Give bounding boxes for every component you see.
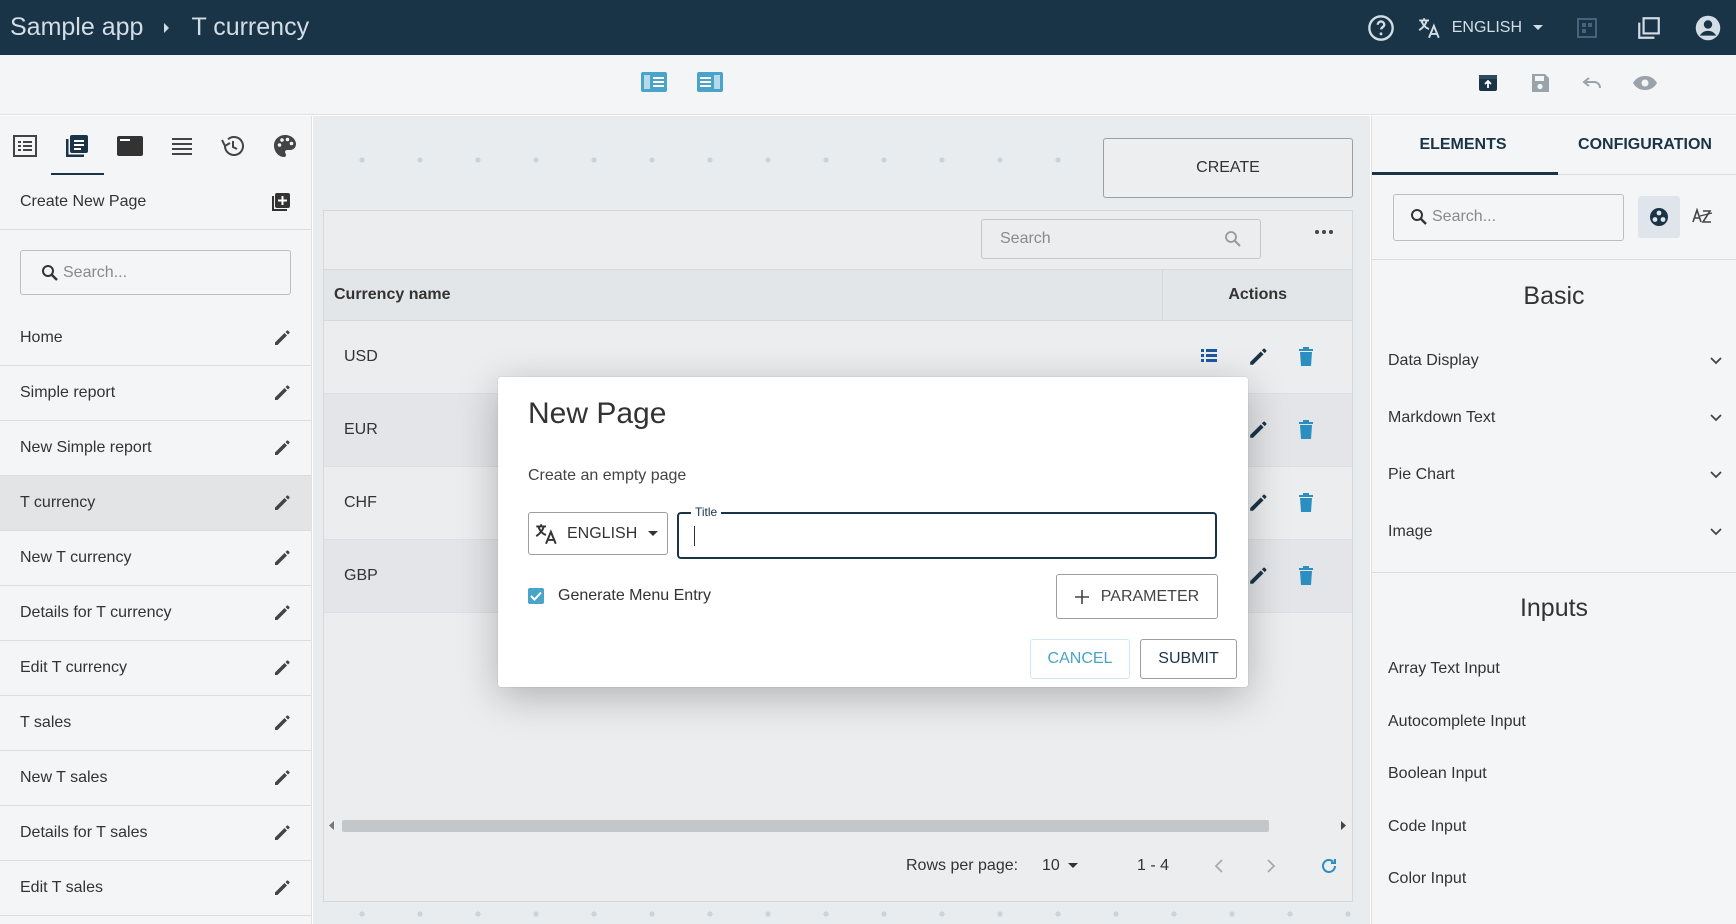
text-cursor: [694, 526, 695, 546]
title-input[interactable]: Title: [677, 505, 1217, 559]
submit-button[interactable]: SUBMIT: [1140, 639, 1237, 679]
plus-icon: [1074, 589, 1089, 604]
generate-menu-label: Generate Menu Entry: [558, 587, 711, 604]
dialog-overlay: New Page Create an empty page ENGLISH Ti…: [0, 0, 1736, 924]
dialog-language-value: ENGLISH: [567, 524, 638, 542]
title-input-label: Title: [691, 505, 722, 519]
translate-icon: [533, 521, 559, 547]
new-page-dialog: New Page Create an empty page ENGLISH Ti…: [498, 377, 1248, 687]
dialog-title: New Page: [528, 397, 667, 430]
cancel-button[interactable]: CANCEL: [1030, 639, 1130, 679]
generate-menu-entry[interactable]: Generate Menu Entry: [528, 587, 711, 605]
dialog-language-select[interactable]: ENGLISH: [528, 512, 668, 555]
caret-down-icon: [647, 530, 659, 538]
add-parameter-label: PARAMETER: [1100, 587, 1200, 605]
dialog-subtitle: Create an empty page: [528, 467, 687, 484]
generate-menu-checkbox[interactable]: [528, 588, 544, 604]
add-parameter-button[interactable]: PARAMETER: [1056, 574, 1218, 619]
